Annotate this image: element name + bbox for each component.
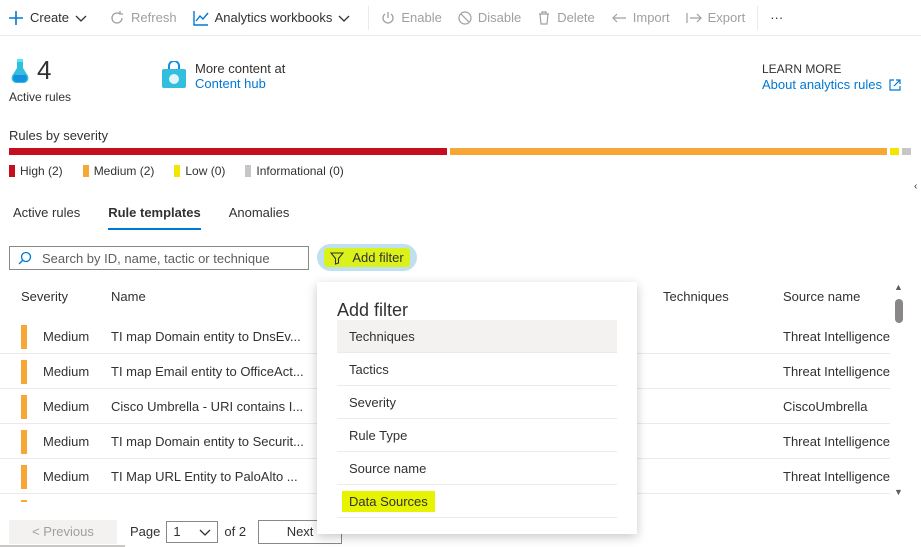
- import-button[interactable]: Import: [603, 0, 678, 36]
- analytics-workbooks-button[interactable]: Analytics workbooks: [185, 0, 365, 36]
- filter-option-source-name[interactable]: Source name: [337, 452, 617, 485]
- refresh-button[interactable]: Refresh: [101, 0, 185, 36]
- about-analytics-rules-link[interactable]: About analytics rules: [762, 77, 902, 93]
- scroll-up-icon[interactable]: ▲: [894, 282, 903, 292]
- add-filter-callout: Add filter Techniques Tactics Severity R…: [317, 282, 637, 534]
- page-select-value: 1: [173, 524, 181, 539]
- export-button[interactable]: Export: [678, 0, 754, 36]
- active-rules-stat: 4 Active rules: [9, 55, 71, 104]
- severity-bar-high: [9, 148, 447, 155]
- filter-option-techniques[interactable]: Techniques: [337, 320, 617, 353]
- column-name[interactable]: Name: [111, 289, 146, 304]
- tab-list: Active rules Rule templates Anomalies: [13, 205, 317, 230]
- collapse-panel-icon[interactable]: ‹: [914, 181, 917, 192]
- legend-low: Low (0): [174, 164, 225, 178]
- severity-legend: High (2) Medium (2) Low (0) Informationa…: [9, 164, 364, 178]
- filter-option-severity[interactable]: Severity: [337, 386, 617, 419]
- add-filter-label: Add filter: [352, 250, 404, 265]
- block-icon: [458, 10, 472, 25]
- severity-bar-medium: [450, 148, 887, 155]
- search-icon: [18, 251, 32, 265]
- refresh-label: Refresh: [131, 10, 177, 25]
- workbooks-label: Analytics workbooks: [214, 10, 333, 25]
- add-filter-title: Add filter: [337, 300, 409, 320]
- trash-icon: [539, 10, 550, 25]
- tab-active-rules[interactable]: Active rules: [13, 205, 80, 230]
- plus-icon: [9, 10, 23, 25]
- chevron-down-icon: [199, 529, 211, 536]
- chart-icon: [192, 10, 209, 26]
- power-icon: [382, 11, 394, 24]
- severity-bar-informational: [902, 148, 911, 155]
- content-hub-line: More content at: [195, 61, 286, 76]
- legend-high: High (2): [9, 164, 63, 178]
- export-label: Export: [707, 10, 746, 25]
- enable-label: Enable: [401, 10, 442, 25]
- toolbar-divider: [368, 5, 370, 30]
- severity-indicator: [21, 465, 27, 489]
- severity-indicator: [21, 325, 27, 349]
- page-total: of 2: [224, 524, 247, 539]
- delete-label: Delete: [557, 10, 595, 25]
- disable-button[interactable]: Disable: [450, 0, 529, 36]
- active-rules-count: 4: [37, 55, 52, 85]
- add-filter-button[interactable]: Add filter: [317, 244, 417, 271]
- severity-indicator: [21, 395, 27, 419]
- about-analytics-rules-label: About analytics rules: [762, 77, 882, 92]
- learn-more: LEARN MORE About analytics rules: [762, 61, 902, 93]
- chevron-down-icon: [75, 15, 87, 22]
- import-icon: [611, 13, 626, 22]
- filter-icon: [330, 251, 345, 265]
- chevron-down-icon: [338, 15, 350, 22]
- tab-rule-templates[interactable]: Rule templates: [108, 205, 201, 230]
- filter-option-data-sources[interactable]: Data Sources: [337, 485, 617, 518]
- content-hub-promo: More content at Content hub: [161, 61, 285, 91]
- search-box: [9, 246, 309, 270]
- delete-button[interactable]: Delete: [529, 0, 603, 36]
- content-hub-link[interactable]: Content hub: [195, 76, 285, 91]
- disable-label: Disable: [477, 10, 522, 25]
- severity-bar: [9, 148, 914, 155]
- search-input[interactable]: [42, 250, 292, 266]
- flask-icon: [11, 58, 29, 83]
- active-rules-label: Active rules: [9, 90, 72, 104]
- more-icon: ···: [770, 10, 784, 25]
- more-button[interactable]: ···: [762, 0, 791, 36]
- external-link-icon: [889, 79, 901, 91]
- legend-medium: Medium (2): [82, 164, 154, 178]
- scroll-down-icon[interactable]: ▼: [894, 487, 903, 497]
- filter-option-rule-type[interactable]: Rule Type: [337, 419, 617, 452]
- page-select[interactable]: 1: [166, 520, 219, 543]
- rules-by-severity-title: Rules by severity: [9, 128, 108, 143]
- column-source-name[interactable]: Source name: [783, 289, 860, 304]
- learn-more-title: LEARN MORE: [762, 62, 842, 76]
- command-bar: Create Refresh Analytics workbooks Enabl…: [0, 0, 921, 36]
- create-label: Create: [30, 10, 70, 25]
- import-label: Import: [632, 10, 670, 25]
- previous-page-button[interactable]: < Previous: [9, 519, 117, 544]
- create-button[interactable]: Create: [0, 0, 101, 36]
- toolbar-divider: [757, 5, 759, 30]
- severity-indicator: [21, 360, 27, 384]
- scrollbar-thumb[interactable]: [895, 299, 903, 323]
- severity-indicator: [21, 430, 27, 454]
- shopping-bag-icon: [162, 61, 186, 88]
- tab-anomalies[interactable]: Anomalies: [229, 205, 290, 230]
- severity-bar-low: [890, 148, 899, 155]
- filter-option-tactics[interactable]: Tactics: [337, 353, 617, 386]
- page-label: Page: [130, 524, 161, 539]
- column-severity[interactable]: Severity: [21, 289, 68, 304]
- enable-button[interactable]: Enable: [373, 0, 449, 36]
- table-scrollbar[interactable]: ▲ ▼: [893, 282, 905, 498]
- export-icon: [686, 12, 702, 23]
- refresh-icon: [111, 10, 124, 24]
- column-techniques[interactable]: Techniques: [663, 289, 729, 304]
- legend-informational: Informational (0): [245, 164, 344, 178]
- severity-indicator: [21, 500, 27, 502]
